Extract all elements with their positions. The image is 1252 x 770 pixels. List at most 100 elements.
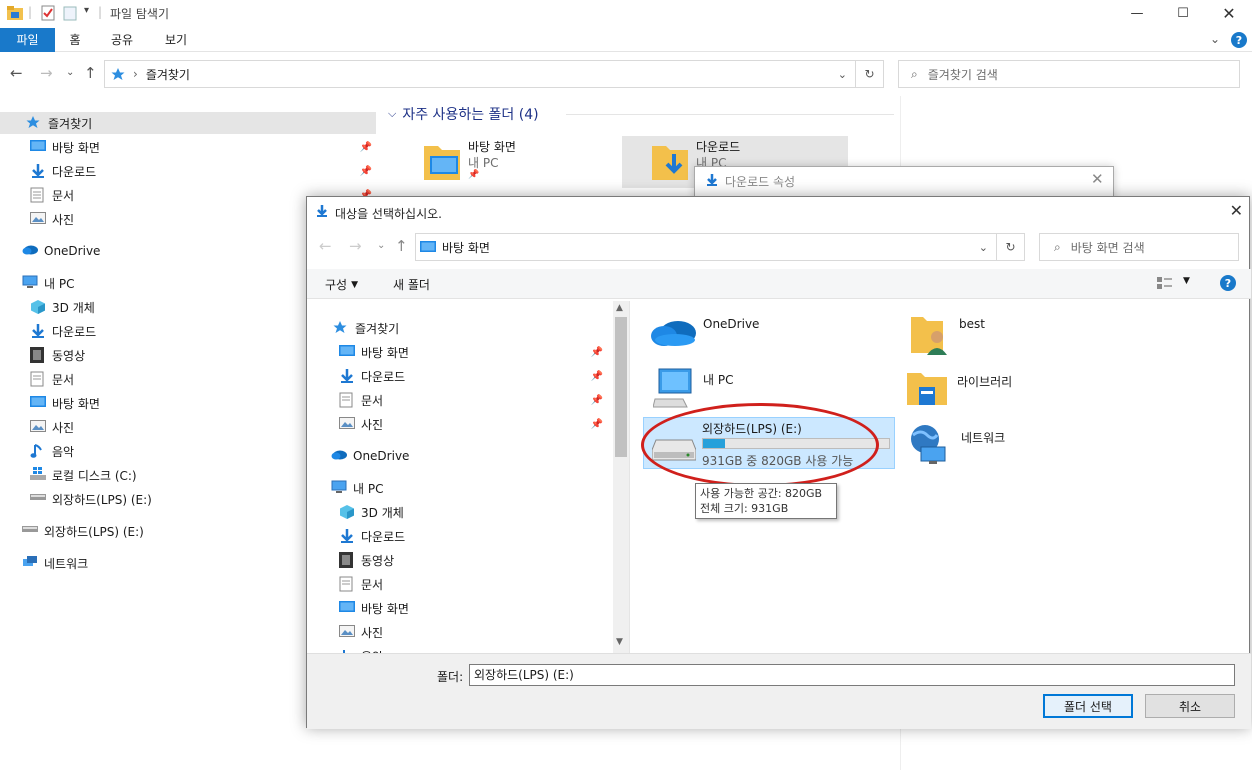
- frequent-folders-header[interactable]: ⌵ 자주 사용하는 폴더 (4): [388, 104, 539, 124]
- frequent-folder-desktop[interactable]: 바탕 화면 내 PC 📌: [418, 136, 618, 186]
- pin-icon[interactable]: 📌: [468, 170, 479, 180]
- address-bar[interactable]: › 즐겨찾기 ⌄: [104, 60, 856, 88]
- dialog-close-icon[interactable]: ✕: [1230, 201, 1243, 220]
- new-folder-button[interactable]: 새 폴더: [393, 276, 430, 293]
- pin-icon[interactable]: 📌: [591, 419, 603, 430]
- tab-view[interactable]: 보기: [158, 28, 194, 52]
- scroll-up-icon[interactable]: ▲: [616, 303, 623, 313]
- tree-pc-documents[interactable]: 문서: [307, 573, 607, 595]
- address-dropdown-icon[interactable]: ⌄: [838, 68, 847, 81]
- tree-music[interactable]: 음악: [307, 645, 607, 653]
- document-icon: [339, 576, 355, 592]
- tree-quick-access[interactable]: 즐겨찾기: [307, 317, 607, 339]
- tree-desktop[interactable]: 바탕 화면 📌: [307, 341, 607, 363]
- svg-text:?: ?: [1236, 34, 1242, 47]
- scroll-down-icon[interactable]: ▼: [616, 637, 623, 647]
- address-dropdown-icon[interactable]: ⌄: [979, 241, 988, 254]
- scrollbar-thumb[interactable]: [615, 317, 627, 457]
- pin-icon[interactable]: 📌: [360, 166, 372, 177]
- separator: |: [28, 5, 33, 19]
- recent-locations-icon[interactable]: ⌄: [66, 67, 74, 78]
- tree-pc-pictures[interactable]: 사진: [307, 621, 607, 643]
- help-icon[interactable]: ?: [1230, 31, 1248, 49]
- folder-input[interactable]: 외장하드(LPS) (E:): [469, 664, 1235, 686]
- nav-downloads[interactable]: 다운로드 📌: [0, 160, 376, 182]
- close-icon[interactable]: ✕: [1206, 0, 1252, 26]
- back-icon[interactable]: ←: [319, 237, 332, 255]
- organize-button[interactable]: 구성 ▼: [325, 276, 358, 293]
- onedrive-cloud-icon: [649, 313, 697, 347]
- properties-title: 다운로드 속성: [725, 175, 796, 189]
- tile-best[interactable]: best: [911, 313, 1151, 369]
- tab-file[interactable]: 파일: [0, 28, 55, 52]
- customize-qa-icon[interactable]: ▾: [84, 5, 89, 16]
- dialog-search-input[interactable]: ⌕ 바탕 화면 검색: [1039, 233, 1239, 261]
- back-icon[interactable]: ←: [10, 64, 23, 82]
- dialog-footer: 폴더: 외장하드(LPS) (E:) 폴더 선택 취소: [307, 653, 1251, 729]
- pictures-icon: [339, 624, 355, 640]
- tile-libraries[interactable]: 라이브러리: [905, 367, 1145, 423]
- up-icon[interactable]: ↑: [84, 64, 97, 82]
- select-folder-button[interactable]: 폴더 선택: [1043, 694, 1133, 718]
- tree-downloads[interactable]: 다운로드 📌: [307, 365, 607, 387]
- user-folder-icon: [911, 313, 947, 357]
- music-note-icon: [30, 443, 46, 459]
- tree-pictures[interactable]: 사진 📌: [307, 413, 607, 435]
- tree-3d-objects[interactable]: 3D 개체: [307, 501, 607, 523]
- maximize-icon[interactable]: ☐: [1160, 0, 1206, 26]
- tree-this-pc[interactable]: 내 PC: [307, 477, 607, 499]
- drive-icon: [22, 523, 38, 539]
- cancel-button[interactable]: 취소: [1145, 694, 1235, 718]
- window-title: 파일 탐색기: [110, 7, 170, 21]
- nav-desktop[interactable]: 바탕 화면 📌: [0, 136, 376, 158]
- tree-documents[interactable]: 문서 📌: [307, 389, 607, 411]
- tile-onedrive[interactable]: OneDrive: [649, 313, 889, 369]
- svg-text:?: ?: [1225, 277, 1231, 290]
- pin-icon[interactable]: 📌: [591, 371, 603, 382]
- refresh-icon[interactable]: ↻: [997, 233, 1025, 261]
- pin-icon[interactable]: 📌: [591, 347, 603, 358]
- expand-ribbon-icon[interactable]: ⌄: [1210, 32, 1220, 46]
- minimize-icon[interactable]: —: [1114, 0, 1160, 26]
- dialog-help-icon[interactable]: ?: [1219, 274, 1237, 292]
- divider: [629, 301, 630, 653]
- refresh-icon[interactable]: ↻: [856, 60, 884, 88]
- tree-scrollbar[interactable]: ▲ ▼: [613, 301, 629, 653]
- tab-home[interactable]: 홈: [60, 28, 90, 52]
- search-icon: ⌕: [911, 66, 918, 81]
- dialog-toolbar: 구성 ▼ 새 폴더 ▼ ?: [307, 269, 1251, 299]
- pin-icon[interactable]: 📌: [360, 142, 372, 153]
- star-icon: [111, 67, 125, 81]
- tree-videos[interactable]: 동영상: [307, 549, 607, 571]
- tree-pc-downloads[interactable]: 다운로드: [307, 525, 607, 547]
- dropdown-arrow-icon: ▼: [351, 279, 359, 290]
- pictures-icon: [30, 211, 46, 227]
- tile-network[interactable]: 네트워크: [907, 423, 1147, 479]
- pin-icon[interactable]: 📌: [591, 395, 603, 406]
- download-arrow-icon: [315, 204, 329, 218]
- new-folder-qa-icon[interactable]: [62, 5, 78, 21]
- forward-icon[interactable]: →: [349, 237, 362, 255]
- properties-close-icon[interactable]: ✕: [1091, 170, 1104, 188]
- desktop-icon: [30, 395, 46, 411]
- forward-icon[interactable]: →: [40, 64, 53, 82]
- address-path[interactable]: 즐겨찾기: [146, 66, 190, 83]
- view-dropdown-icon[interactable]: ▼: [1183, 276, 1190, 286]
- tree-pc-desktop[interactable]: 바탕 화면: [307, 597, 607, 619]
- windows-drive-icon: [30, 467, 46, 483]
- dialog-address-bar[interactable]: 바탕 화면 ⌄: [415, 233, 997, 261]
- nav-quick-access[interactable]: 즐겨찾기: [0, 112, 376, 134]
- drive-tooltip: 사용 가능한 공간: 820GB 전체 크기: 931GB: [695, 483, 837, 519]
- film-icon: [30, 347, 46, 363]
- tree-onedrive[interactable]: OneDrive: [307, 445, 607, 467]
- view-options-icon[interactable]: [1157, 276, 1173, 290]
- folder-name: 바탕 화면: [468, 140, 516, 154]
- divider: [566, 114, 894, 115]
- up-icon[interactable]: ↑: [395, 237, 408, 255]
- tab-share[interactable]: 공유: [104, 28, 140, 52]
- recent-locations-icon[interactable]: ⌄: [377, 240, 385, 251]
- download-arrow-icon: [339, 528, 355, 544]
- folder-location: 내 PC: [468, 156, 499, 170]
- search-input[interactable]: ⌕ 즐겨찾기 검색: [898, 60, 1240, 88]
- properties-qa-icon[interactable]: [40, 5, 56, 21]
